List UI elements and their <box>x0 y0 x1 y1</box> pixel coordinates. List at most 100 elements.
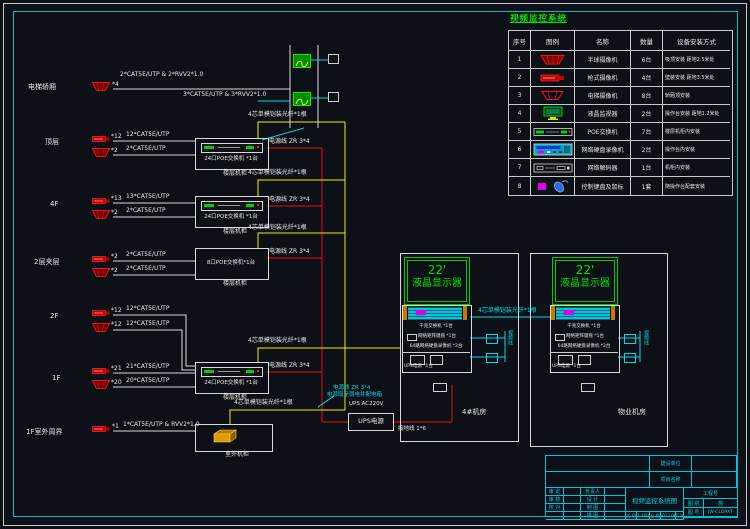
rack-rail <box>551 306 555 320</box>
power-cable-label: 电源线 ZR 3*4 <box>269 138 310 145</box>
camera-count: *2 <box>111 209 118 216</box>
rack-divider <box>550 352 618 353</box>
camera-count: *13 <box>111 195 122 202</box>
rack-device-label: 网络矩阵键盘 *1台 <box>418 334 457 339</box>
legend-row-name: 网络硬盘录像机 <box>575 141 631 159</box>
legend-row-no: 3 <box>509 87 531 105</box>
video-cable-side-label: 视频线 <box>643 330 649 345</box>
switch-label: 8口POE交换机*1台 <box>206 260 256 266</box>
date-value: 2012.06 <box>661 512 676 520</box>
floor-outlet-box <box>581 383 595 392</box>
floor-outlet-box <box>433 383 447 392</box>
sign-label: 描 图 <box>581 512 605 520</box>
legend-header: 设备安装方式 <box>663 31 730 51</box>
decoder-legend-icon <box>531 159 575 177</box>
legend-row-install: 轿厢顶安装 <box>663 87 730 105</box>
legend-row-name: 半球摄像机 <box>575 51 631 69</box>
rack-device-label: 64路网络硬盘录像机 *2台 <box>557 344 611 349</box>
legend-row-install: 随操作台配套安装 <box>665 183 706 190</box>
sign-label: 负责人 <box>581 488 605 496</box>
nvr-legend-icon <box>531 141 575 159</box>
cable-connector-icon <box>486 334 498 344</box>
owner-label: 建设单位 <box>650 456 692 472</box>
elevator-camera-legend-icon <box>531 87 575 105</box>
poe-switch-legend-icon <box>531 123 575 141</box>
sign-value <box>564 512 581 520</box>
legend-row-qty: 2台 <box>631 141 663 159</box>
legend-row-name: 网络解码器 <box>575 159 631 177</box>
legend-row-no: 1 <box>509 51 531 69</box>
legend-row-qty: 1台 <box>631 159 663 177</box>
cabinet-label: 楼层机柜 <box>223 228 248 235</box>
camera-count: *12 <box>111 133 122 140</box>
cable-label: 2*CAT5E/UTP <box>126 265 166 272</box>
project-label: 项目名称 <box>650 472 692 488</box>
cable-label: 2*CAT5E/UTP <box>126 145 166 152</box>
optical-transceiver-icon <box>293 92 311 106</box>
power-cable-label: 电源线 ZR 3*4 <box>269 362 310 369</box>
sign-label <box>546 512 564 520</box>
sign-label: 审 定 <box>546 488 564 496</box>
rack-device-icon <box>407 334 417 341</box>
legend-header: 图例 <box>531 31 575 51</box>
sign-value <box>564 488 581 496</box>
cable-label: 12*CAT5E/UTP <box>126 131 170 138</box>
bullet-camera-icon <box>92 426 110 432</box>
elevator-cable-label: 2*CAT5E/UTP & 2*RVV2*1.0 <box>120 71 204 78</box>
legend-header: 名称 <box>575 31 631 51</box>
cable-label: 2*CAT5E/UTP <box>126 251 166 258</box>
bullet-camera-icon <box>92 136 110 142</box>
left-room-label: 4#机房 <box>462 408 487 416</box>
elevator-camera-count: *4 <box>112 81 119 88</box>
legend-row-name: 枪式摄像机 <box>575 69 631 87</box>
rack-device-label: UPS电源 *1台 <box>404 364 433 369</box>
sheet-number-block: 工程号 图 别 施 图 号 JW-CLDPXT <box>684 488 738 520</box>
power-cable-label: 电源线 ZR 3*4 <box>269 248 310 255</box>
power-source-note: 电源取至弱电井配电箱 <box>327 392 383 398</box>
legend-row-qty: 6台 <box>631 51 663 69</box>
camera-count: *21 <box>111 365 122 372</box>
legend-row-name: 控制键盘及鼠标 <box>575 177 631 195</box>
camera-count: *12 <box>111 321 122 328</box>
sign-label: 校 对 <box>546 504 564 512</box>
cable-label: 2*CAT5E/UTP <box>126 207 166 214</box>
owner-value <box>692 456 737 472</box>
titleblock-blank <box>546 472 650 488</box>
legend-row-no: 4 <box>509 105 531 123</box>
drawing-title-cell: 视频监控系统图 比 例 1:100 日 期 2012.06 页 次 <box>626 488 684 520</box>
rack-device-label: 网络矩阵键盘 *1台 <box>566 334 605 339</box>
lcd-monitor: 22' 液晶显示器 <box>404 257 470 305</box>
camera-count: *12 <box>111 307 122 314</box>
bullet-camera-icon <box>92 368 110 374</box>
legend-header: 数量 <box>631 31 663 51</box>
cable-connector-icon <box>624 334 636 344</box>
monitor-name-label: 液晶显示器 <box>412 277 462 289</box>
rack-device-icon <box>555 334 565 341</box>
floor-label: 4F <box>50 200 59 208</box>
sign-value <box>605 512 626 520</box>
camera-count: *20 <box>111 379 122 386</box>
poe-switch-icon <box>201 201 263 211</box>
lcd-monitor-legend-icon <box>531 105 575 123</box>
monitor-size-label: 22' <box>575 263 595 277</box>
legend-header: 序号 <box>509 31 531 51</box>
video-cable-side-label: 视频线 <box>507 330 513 345</box>
scale-value: 1:100 <box>637 512 650 520</box>
floor-label: 1F室外周界 <box>26 428 63 436</box>
sheet-no-value: JW-CLDPXT <box>704 508 738 518</box>
sign-value <box>564 496 581 504</box>
monitor-front-panel <box>556 307 610 320</box>
cable-label: 13*CAT5E/UTP <box>126 193 170 200</box>
cabinet-label: 楼层机柜 <box>223 170 248 177</box>
bullet-camera-legend-icon <box>531 69 575 87</box>
sheet-type-label: 图 别 <box>684 499 704 508</box>
power-note: 电源线 ZR 3*4 <box>333 385 371 391</box>
sign-label: 设 计 <box>581 496 605 504</box>
dome-camera-icon <box>92 210 110 219</box>
title-block: 建设单位 项目名称 审 定 负责人 审 核 设 计 校 对 制 图 描 图 视频… <box>545 455 738 520</box>
camera-count: *2 <box>111 267 118 274</box>
cad-drawing-sheet: 电梯轿厢 *4 2*CAT5E/UTP & 2*RVV2*1.0 3*CAT5E… <box>0 0 750 529</box>
camera-count: *2 <box>111 253 118 260</box>
fiber-cable-label: 4芯单模铠装光纤*1根 <box>248 111 307 118</box>
cable-label: 12*CAT5E/UTP <box>126 320 170 327</box>
